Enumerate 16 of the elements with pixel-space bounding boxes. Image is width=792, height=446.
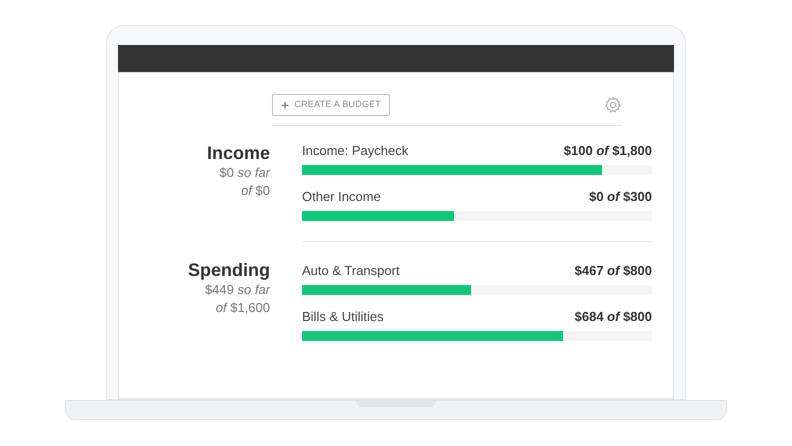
section-summary: $0 so far (219, 164, 270, 182)
category-amount: $100 of $1,800 (564, 143, 652, 159)
category-label: Auto & Transport (302, 263, 400, 279)
category-amount: $684 of $800 (574, 309, 652, 325)
create-budget-button[interactable]: + CREATE A BUDGET (272, 94, 390, 116)
section-title: Spending (188, 259, 270, 281)
category-label: Bills & Utilities (302, 309, 384, 325)
category-label: Other Income (302, 189, 381, 205)
settings-icon[interactable] (604, 96, 622, 114)
category-amount: $0 of $300 (589, 189, 652, 205)
category-amount: $467 of $800 (574, 263, 652, 279)
section-summary: of $0 (241, 182, 270, 200)
section-summary: of $1,600 (216, 299, 270, 317)
category-label: Income: Paycheck (302, 143, 408, 159)
section-title: Income (206, 142, 270, 164)
section-summary: $449 so far (204, 281, 270, 299)
